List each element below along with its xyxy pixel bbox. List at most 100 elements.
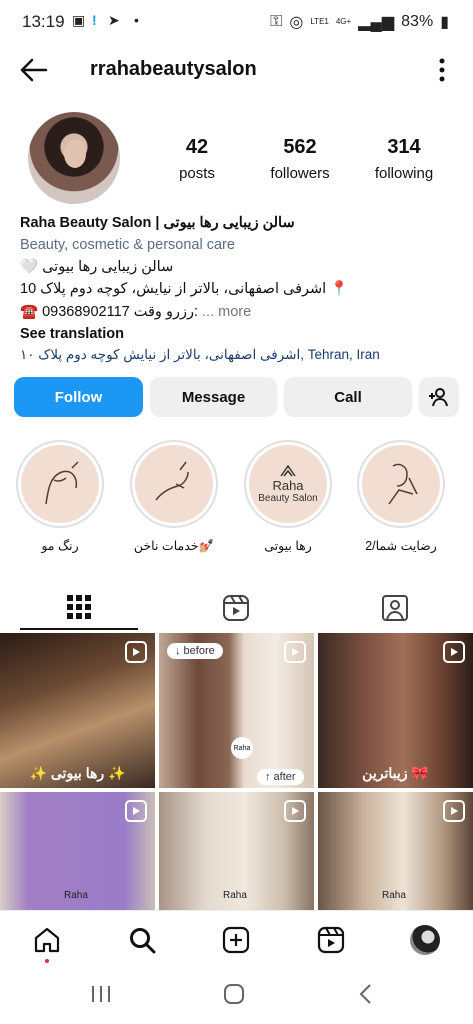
battery-icon: ▮ <box>440 14 449 31</box>
home-icon <box>34 927 60 953</box>
reel-icon <box>443 800 465 822</box>
bio-line-3: ☎️ 09368902117 رزرو وقت: ... more <box>20 301 460 323</box>
reel-icon <box>284 641 306 663</box>
reel-icon <box>443 641 465 663</box>
stat-followers[interactable]: 562 followers <box>245 136 355 182</box>
bio-phone: ☎️ 09368902117 رزرو وقت: <box>20 304 198 320</box>
tagged-icon <box>382 595 408 621</box>
alert-icon: ! <box>92 12 97 28</box>
stat-followers-label: followers <box>270 165 330 182</box>
logo-title: Raha <box>272 478 304 493</box>
post-logo: Raha <box>223 890 247 901</box>
message-button[interactable]: Message <box>150 377 277 417</box>
nav-profile[interactable] <box>408 923 442 957</box>
screen: 13:19 ▣ ! ➤ • ⚿ ◎ LTE1 4G+ ▂▄▆ 83% ▮ rra… <box>0 0 473 1024</box>
add-person-icon <box>429 388 448 407</box>
profile-avatar-small <box>410 925 440 955</box>
nav-create[interactable] <box>219 923 253 957</box>
signal-icon: ▂▄▆ <box>358 14 395 31</box>
telegram-icon: ➤ <box>108 12 120 28</box>
highlight-raha-beauty[interactable]: Raha Beauty Salon رها بیوتی <box>242 440 334 553</box>
call-button[interactable]: Call <box>284 377 412 417</box>
battery-text: 83% <box>401 13 434 30</box>
post-logo: Raha <box>64 890 88 901</box>
username-title: rrahabeautysalon <box>90 58 257 80</box>
post-thumbnail-1[interactable]: ✨ رها بیوتی ✨ <box>0 633 155 788</box>
search-icon <box>130 928 156 954</box>
stat-posts-number: 42 <box>185 136 209 158</box>
woman-sketch-icon <box>362 445 440 523</box>
before-label: ↓ before <box>167 643 223 659</box>
stat-following[interactable]: 314 following <box>349 136 459 182</box>
location-address: اشرفی اصفهانی، بالاتر از نیایش کوچه دوم … <box>20 347 304 362</box>
grid-icon <box>67 595 91 619</box>
highlight-nail-services[interactable]: خدمات ناخن💅🏼 <box>128 440 220 554</box>
bottom-nav <box>0 910 473 968</box>
see-translation-link[interactable]: See translation <box>20 323 460 345</box>
post-logo: Raha <box>231 737 253 759</box>
highlight-satisfaction[interactable]: رضایت شما/2 <box>355 440 447 553</box>
dot-icon: • <box>134 12 139 28</box>
profile-category: Beauty, cosmetic & personal care <box>20 237 235 253</box>
after-label: ↑ after <box>257 769 304 785</box>
post-caption: زیباترین 🎀 <box>362 765 429 781</box>
post-thumbnail-3[interactable]: زیباترین 🎀 <box>318 633 473 788</box>
home-button-icon[interactable] <box>223 983 245 1005</box>
tab-grid[interactable] <box>20 586 138 630</box>
gallery-icon: ▣ <box>72 12 86 28</box>
highlight-label: رها بیوتی <box>264 539 312 553</box>
nav-search[interactable] <box>125 923 159 957</box>
status-right: ⚿ ◎ LTE1 4G+ ▂▄▆ 83% ▮ <box>270 12 449 32</box>
lte-label: LTE1 <box>310 17 329 26</box>
follow-button[interactable]: Follow <box>14 377 143 417</box>
reel-icon <box>125 641 147 663</box>
reels-icon <box>223 595 249 621</box>
location-city: Tehran, Iran <box>307 347 380 362</box>
stat-followers-number: 562 <box>283 136 317 158</box>
logo-mark-icon <box>280 464 296 477</box>
4g-label: 4G+ <box>335 17 352 26</box>
reel-icon <box>125 800 147 822</box>
stat-following-label: following <box>374 165 434 182</box>
highlight-ring <box>130 440 218 528</box>
highlight-label: رضایت شما/2 <box>365 539 437 553</box>
stat-following-number: 314 <box>387 136 421 158</box>
location-link[interactable]: اشرفی اصفهانی، بالاتر از نیایش کوچه دوم … <box>20 344 460 366</box>
profile-header: rrahabeautysalon <box>0 44 473 96</box>
status-time: 13:19 <box>22 12 65 31</box>
back-arrow-icon[interactable] <box>18 56 50 84</box>
more-link[interactable]: ... more <box>202 304 251 320</box>
hair-sketch-icon <box>21 445 99 523</box>
post-thumbnail-5[interactable]: Raha <box>159 792 314 910</box>
tab-tagged[interactable] <box>336 586 454 630</box>
profile-avatar[interactable] <box>28 112 120 204</box>
reels-nav-icon <box>317 926 345 954</box>
highlight-hair-color[interactable]: رنگ مو <box>14 440 106 553</box>
highlight-ring <box>357 440 445 528</box>
nail-sketch-icon <box>135 445 213 523</box>
post-thumbnail-2[interactable]: ↓ before Raha ↑ after <box>159 633 314 788</box>
post-caption: ✨ رها بیوتی ✨ <box>29 765 126 781</box>
nav-home[interactable] <box>30 923 64 957</box>
stat-posts-label: posts <box>179 165 215 182</box>
status-bar: 13:19 ▣ ! ➤ • ⚿ ◎ LTE1 4G+ ▂▄▆ 83% ▮ <box>0 0 473 44</box>
add-person-button[interactable] <box>419 377 459 417</box>
recent-apps-icon[interactable] <box>90 984 112 1004</box>
system-back-icon[interactable] <box>358 983 374 1005</box>
tab-reels[interactable] <box>177 586 295 630</box>
highlight-ring <box>16 440 104 528</box>
create-icon <box>222 926 250 954</box>
profile-name: Raha Beauty Salon | سالن زیبایی رها بیوت… <box>20 215 295 231</box>
nav-reels[interactable] <box>314 923 348 957</box>
highlight-ring: Raha Beauty Salon <box>244 440 332 528</box>
key-icon: ⚿ <box>270 13 283 30</box>
more-vertical-icon[interactable] <box>437 56 447 84</box>
bio-line-2: اشرفی اصفهانی، بالاتر از نیایش، کوچه دوم… <box>20 281 349 297</box>
post-thumbnail-6[interactable]: Raha <box>318 792 473 910</box>
content-tabs <box>0 580 473 630</box>
notification-dot <box>45 959 49 963</box>
stat-posts[interactable]: 42 posts <box>142 136 252 182</box>
system-nav-bar <box>0 968 473 1024</box>
post-thumbnail-4[interactable]: Raha <box>0 792 155 910</box>
highlight-label: خدمات ناخن💅🏼 <box>133 539 215 553</box>
